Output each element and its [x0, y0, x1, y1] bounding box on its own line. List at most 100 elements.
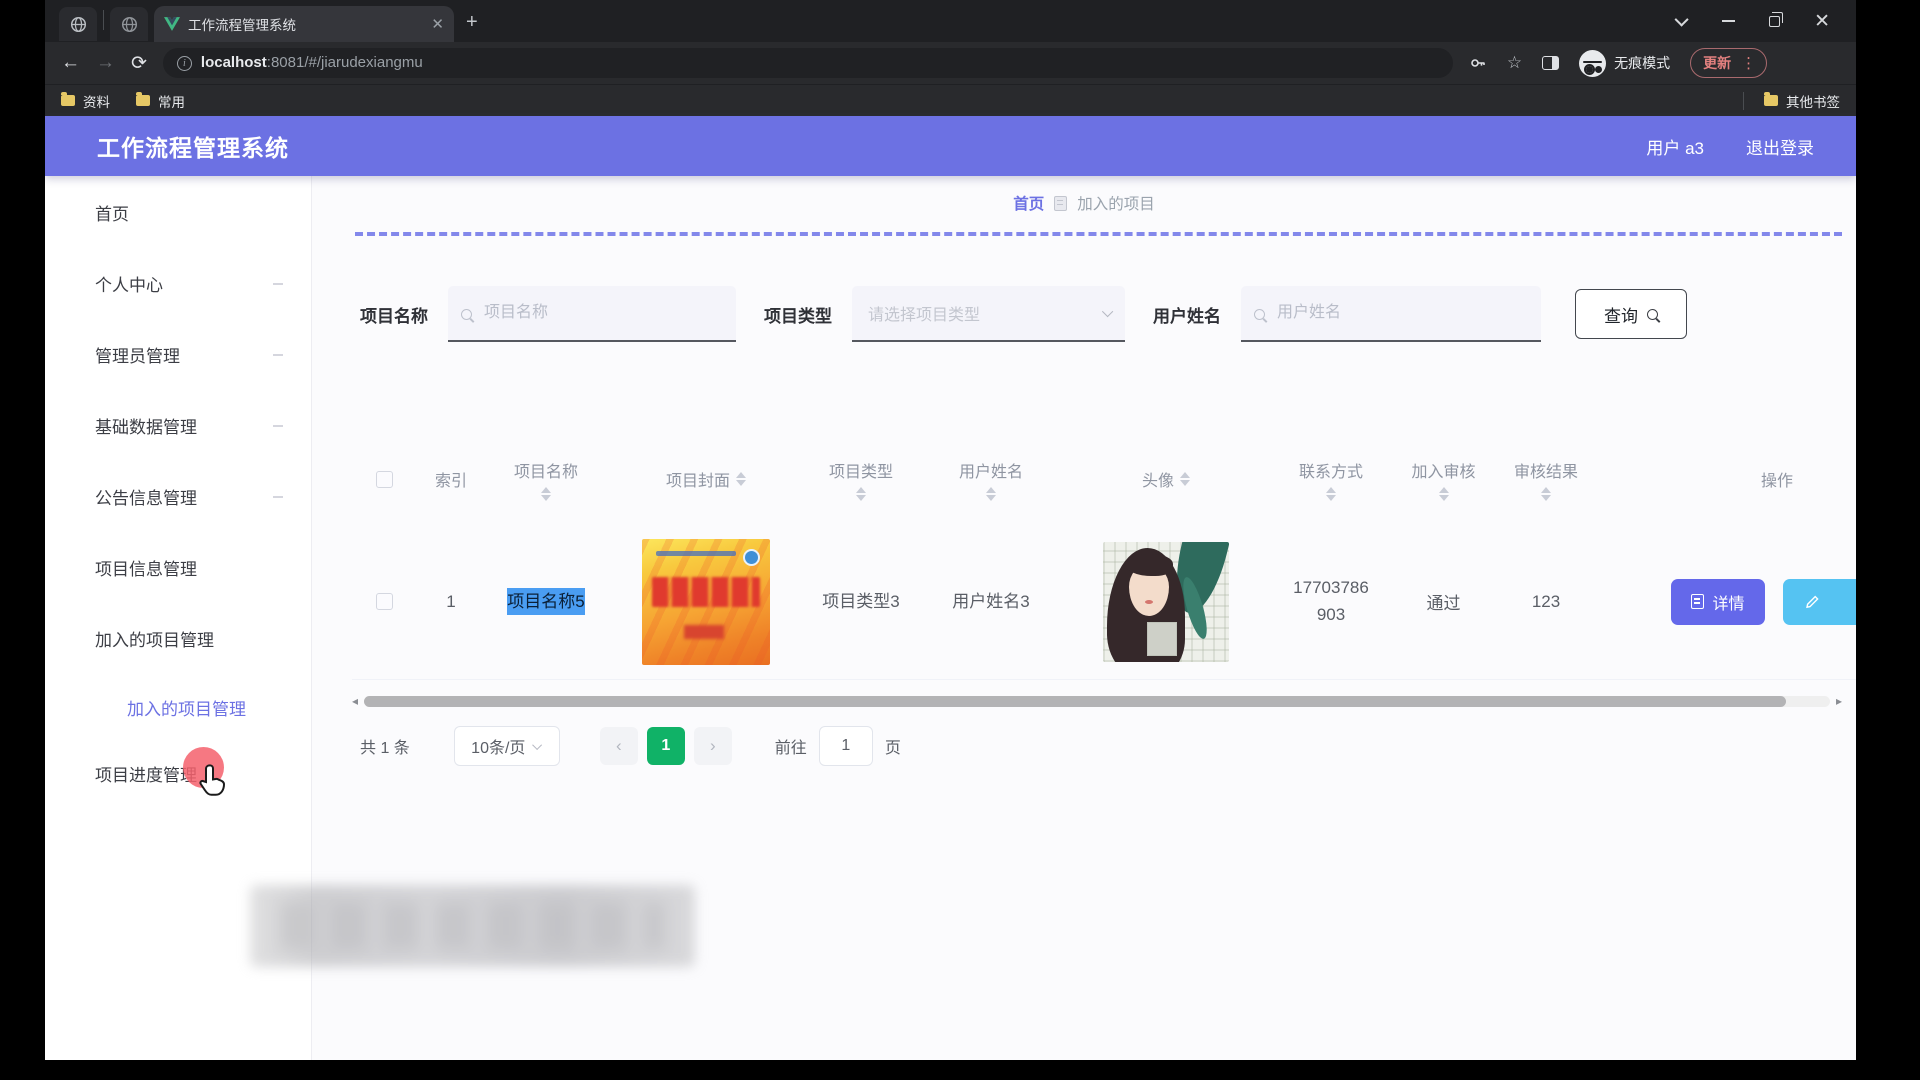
- col-cover: 项目封面: [666, 467, 730, 491]
- close-window-button[interactable]: ✕: [1814, 12, 1830, 31]
- new-tab-button[interactable]: +: [466, 11, 478, 34]
- pinned-tab-1[interactable]: [59, 7, 97, 41]
- browser-window: 工作流程管理系统 ✕ + ✕ ← → ⟳ i localhost:8081/#/…: [45, 0, 1856, 1060]
- row-checkbox[interactable]: [376, 593, 393, 610]
- horizontal-scrollbar: ◂ ▸: [352, 694, 1842, 708]
- pinned-tab-2[interactable]: [110, 7, 148, 41]
- menu-kebab-icon[interactable]: ⋮: [1741, 54, 1756, 72]
- hand-cursor-icon: [197, 763, 231, 799]
- col-actions: 操作: [1761, 467, 1793, 491]
- sidebar-item-personal-center[interactable]: 个人中心: [45, 248, 311, 319]
- bookmarks-separator: [1743, 92, 1744, 110]
- sort-icon[interactable]: [1541, 487, 1551, 501]
- page-size-select[interactable]: 10条/页: [454, 726, 560, 766]
- sidebar-subitem-joined-project-mgmt-active[interactable]: 加入的项目管理: [45, 674, 311, 740]
- table-header-row: 索引 项目名称 项目封面 项目类型 用户姓名 头像 联系方式 加入审核 审核结果…: [352, 434, 1856, 524]
- tab-close-icon[interactable]: ✕: [431, 15, 444, 33]
- cell-contact: 17703786903: [1293, 575, 1369, 628]
- globe-icon: [70, 16, 87, 33]
- col-name: 项目名称: [514, 458, 578, 482]
- sort-icon[interactable]: [1180, 472, 1190, 486]
- reload-button[interactable]: ⟳: [131, 52, 147, 75]
- incognito-indicator: 无痕模式: [1579, 50, 1670, 77]
- back-button[interactable]: ←: [61, 52, 80, 74]
- total-count: 共 1 条: [360, 734, 410, 758]
- scrollbar-track[interactable]: [364, 696, 1830, 707]
- sort-icon[interactable]: [856, 487, 866, 501]
- breadcrumb-separator-icon: [1054, 196, 1067, 211]
- browser-update-chip[interactable]: 更新 ⋮: [1690, 48, 1767, 78]
- app-title: 工作流程管理系统: [97, 129, 289, 163]
- goto-page-input[interactable]: [819, 726, 873, 766]
- sort-icon[interactable]: [986, 487, 996, 501]
- app-header: 工作流程管理系统 用户 a3 退出登录: [45, 116, 1856, 176]
- sidebar-item-project-progress-mgmt[interactable]: 项目进度管理: [45, 740, 311, 806]
- other-bookmarks[interactable]: 其他书签: [1764, 91, 1840, 111]
- bookmark-folder-zl[interactable]: 资料: [61, 91, 110, 111]
- forward-button[interactable]: →: [96, 52, 115, 74]
- next-page-button[interactable]: ›: [694, 727, 732, 765]
- prev-page-button[interactable]: ‹: [600, 727, 638, 765]
- breadcrumb: 首页 加入的项目: [312, 192, 1856, 214]
- restore-button[interactable]: [1769, 16, 1780, 27]
- col-avatar: 头像: [1142, 467, 1174, 491]
- cell-review-result: 123: [1491, 592, 1601, 612]
- address-bar[interactable]: i localhost:8081/#/jiarudexiangmu: [163, 48, 1453, 78]
- tab-separator: [103, 10, 104, 30]
- sidebar-item-home[interactable]: 首页: [45, 177, 311, 248]
- breadcrumb-home-link[interactable]: 首页: [1013, 192, 1044, 214]
- active-tab[interactable]: 工作流程管理系统 ✕: [154, 6, 454, 42]
- sidebar-item-joined-project-mgmt[interactable]: 加入的项目管理: [45, 603, 311, 674]
- sort-icon[interactable]: [736, 472, 746, 486]
- goto-unit: 页: [885, 734, 901, 758]
- sidebar-item-admin-mgmt[interactable]: 管理员管理: [45, 319, 311, 390]
- url-host: localhost: [201, 54, 267, 71]
- folder-icon: [61, 95, 75, 106]
- sidebar-item-notice-mgmt[interactable]: 公告信息管理: [45, 461, 311, 532]
- scroll-right-icon[interactable]: ▸: [1836, 695, 1842, 707]
- bookmark-star-icon[interactable]: ☆: [1507, 53, 1522, 73]
- side-panel-icon[interactable]: [1542, 56, 1559, 70]
- select-all-checkbox[interactable]: [376, 471, 393, 488]
- sort-icon[interactable]: [541, 487, 551, 501]
- url-path: :8081/#/jiarudexiangmu: [267, 54, 423, 71]
- collapse-icon: [273, 496, 283, 498]
- edit-button[interactable]: [1783, 579, 1856, 625]
- current-page-button[interactable]: 1: [647, 727, 685, 765]
- search-icon: [1647, 309, 1658, 320]
- project-name-input[interactable]: [448, 286, 736, 342]
- detail-button[interactable]: 详情: [1671, 579, 1765, 625]
- user-avatar-image[interactable]: [1103, 542, 1229, 662]
- password-key-icon[interactable]: [1469, 55, 1487, 71]
- project-type-select[interactable]: 请选择项目类型: [852, 286, 1125, 342]
- goto-label: 前往: [775, 734, 807, 758]
- col-type: 项目类型: [829, 458, 893, 482]
- folder-icon: [1764, 95, 1778, 106]
- web-page: 工作流程管理系统 用户 a3 退出登录 首页 个人中心 管理员管理 基础数据管理…: [45, 116, 1856, 1060]
- table-row: 1 项目名称5 项目类型3 用户姓名3: [352, 524, 1856, 680]
- incognito-icon: [1579, 50, 1606, 77]
- user-name-input[interactable]: [1241, 286, 1541, 342]
- logout-link[interactable]: 退出登录: [1746, 134, 1814, 159]
- tab-search-chevron-icon[interactable]: [1675, 13, 1689, 27]
- chevron-down-icon: [533, 740, 543, 750]
- minimize-button[interactable]: [1722, 20, 1735, 22]
- sort-icon[interactable]: [1439, 487, 1449, 501]
- project-name-label: 项目名称: [360, 302, 428, 327]
- cover-logo-dot: [743, 549, 760, 566]
- query-button[interactable]: 查询: [1575, 289, 1687, 339]
- sidebar-item-project-info-mgmt[interactable]: 项目信息管理: [45, 532, 311, 603]
- browser-toolbar: ← → ⟳ i localhost:8081/#/jiarudexiangmu …: [45, 42, 1856, 84]
- scrollbar-thumb[interactable]: [364, 696, 1786, 707]
- sidebar-item-basic-data-mgmt[interactable]: 基础数据管理: [45, 390, 311, 461]
- col-index: 索引: [435, 467, 467, 491]
- scroll-left-icon[interactable]: ◂: [352, 695, 358, 707]
- col-join-review: 加入审核: [1411, 458, 1475, 482]
- globe-icon: [121, 16, 138, 33]
- site-info-icon[interactable]: i: [177, 56, 192, 71]
- sort-icon[interactable]: [1326, 487, 1336, 501]
- bookmark-folder-cy[interactable]: 常用: [136, 91, 185, 111]
- filter-bar: 项目名称 项目类型 请选择项目类型 用户姓名: [312, 286, 1856, 342]
- project-cover-image[interactable]: [642, 539, 770, 665]
- collapse-icon: [273, 354, 283, 356]
